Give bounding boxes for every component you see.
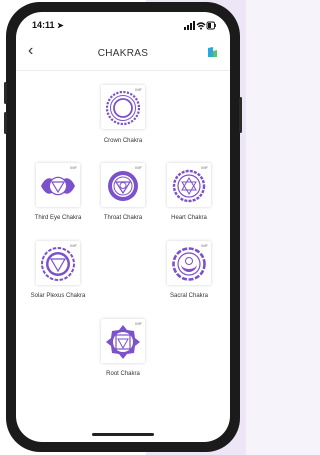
chakra-tile-third-eye[interactable]: IMF bbox=[36, 163, 80, 207]
page-title: CHAKRAS bbox=[97, 48, 149, 59]
third-eye-chakra-icon bbox=[41, 176, 75, 196]
status-time-text: 14:11 bbox=[32, 20, 55, 30]
wifi-icon bbox=[196, 22, 206, 30]
battery-icon bbox=[206, 21, 216, 30]
throat-chakra-icon bbox=[108, 171, 138, 201]
sacral-chakra-icon bbox=[172, 247, 206, 281]
solar-plexus-chakra-icon bbox=[41, 247, 75, 281]
crown-chakra-icon bbox=[105, 90, 141, 126]
chakra-tile-crown[interactable]: IMF bbox=[101, 85, 145, 129]
app-screen: 14:11 ➤ ‹ CHAKRAS IMF Crown Chakra IMF T… bbox=[16, 12, 230, 442]
chakra-tile-sacral[interactable]: IMF bbox=[167, 241, 211, 285]
chakra-label-root: Root Chakra bbox=[106, 371, 140, 377]
chakra-tile-solar-plexus[interactable]: IMF bbox=[36, 241, 80, 285]
status-time: 14:11 ➤ bbox=[32, 20, 64, 30]
heart-chakra-icon bbox=[172, 169, 206, 203]
volume-down-button bbox=[4, 112, 7, 134]
app-badge-icon[interactable] bbox=[206, 46, 218, 58]
chakra-label-crown: Crown Chakra bbox=[103, 138, 143, 144]
chakra-label-heart: Heart Chakra bbox=[171, 215, 207, 221]
status-icons bbox=[184, 21, 216, 30]
phone-frame: 14:11 ➤ ‹ CHAKRAS IMF Crown Chakra IMF T… bbox=[4, 2, 242, 452]
chakra-tile-heart[interactable]: IMF bbox=[167, 163, 211, 207]
location-arrow-icon: ➤ bbox=[57, 21, 64, 30]
volume-up-button bbox=[4, 82, 7, 104]
chakra-label-throat: Throat Chakra bbox=[103, 215, 143, 221]
signal-icon bbox=[184, 21, 195, 30]
chakra-label-sacral: Sacral Chakra bbox=[169, 293, 208, 299]
status-bar: 14:11 ➤ bbox=[16, 12, 230, 38]
chakra-tile-throat[interactable]: IMF bbox=[101, 163, 145, 207]
chakra-label-solar-plexus: Solar Plexus Chakra bbox=[30, 293, 86, 299]
nav-bar: ‹ CHAKRAS bbox=[16, 38, 230, 71]
root-chakra-icon bbox=[106, 325, 140, 359]
power-button bbox=[239, 97, 242, 133]
chakra-label-third-eye: Third Eye Chakra bbox=[34, 215, 82, 221]
home-indicator[interactable] bbox=[92, 433, 154, 436]
chakra-tile-root[interactable]: IMF bbox=[101, 319, 145, 363]
